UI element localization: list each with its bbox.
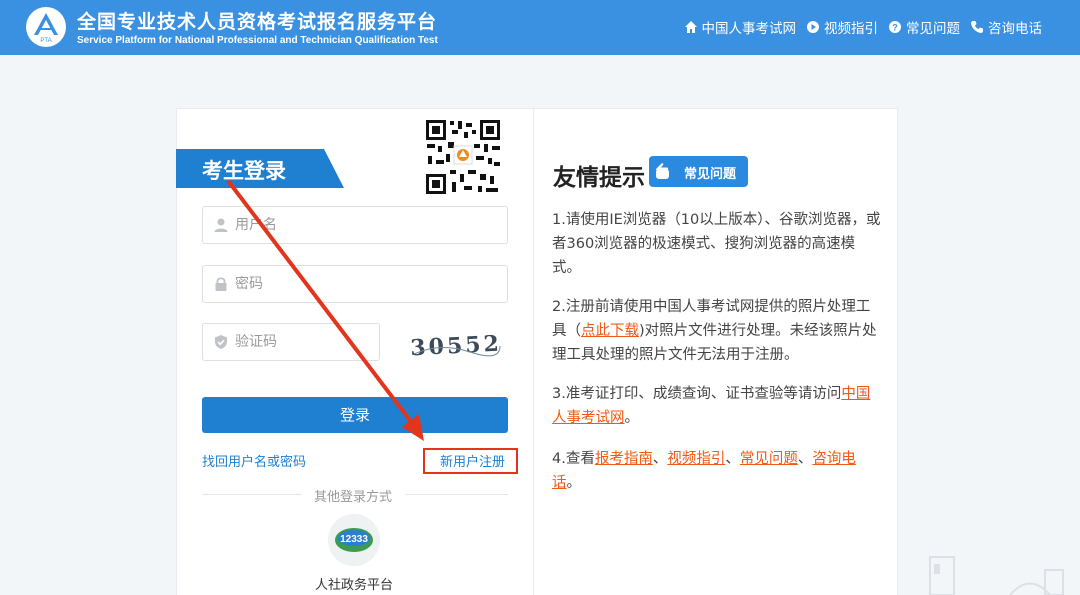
tip-text: 。 [566, 475, 582, 491]
username-field[interactable] [202, 206, 508, 244]
guide-link[interactable]: 报考指南 [595, 451, 653, 467]
other-methods-line-left [202, 494, 302, 495]
tip-photo-tool: 2.注册前请使用中国人事考试网提供的照片处理工具（点此下载)对照片文件进行处理。… [552, 295, 882, 367]
background-building-decoration [929, 556, 1064, 595]
play-icon [807, 21, 819, 33]
tip-separator: 、 [797, 451, 813, 467]
panel-divider [533, 108, 534, 595]
rsz-platform-label: 人社政务平台 [315, 578, 394, 593]
svg-text:PTA: PTA [40, 38, 51, 44]
faq-link[interactable]: 常见问题 [740, 451, 798, 467]
pointing-hand-icon [656, 163, 669, 179]
nav-cpta[interactable]: 中国人事考试网 [684, 17, 797, 37]
svg-text:?: ? [892, 23, 898, 33]
video-guide-link[interactable]: 视频指引 [667, 451, 725, 467]
password-field[interactable] [202, 265, 508, 303]
nav-label: 中国人事考试网 [701, 21, 797, 37]
tip-browser: 1.请使用IE浏览器（10以上版本）、谷歌浏览器，或者360浏览器的极速模式、搜… [552, 212, 881, 276]
download-tool-link[interactable]: 点此下载 [581, 323, 639, 339]
captcha-input[interactable] [235, 334, 376, 350]
tip-separator: 、 [725, 451, 740, 467]
faq-badge-button[interactable]: 常见问题 [649, 156, 748, 187]
svg-text:12333: 12333 [340, 534, 368, 545]
nav-faq[interactable]: ? 常见问题 [888, 17, 960, 37]
tip-text: 3.准考证打印、成绩查询、证书查验等请访问 [552, 386, 842, 402]
question-icon: ? [889, 21, 901, 33]
user-icon [214, 218, 228, 232]
rsz-platform-icon[interactable]: 12333 [328, 514, 380, 566]
shield-check-icon [215, 335, 227, 349]
password-input[interactable] [235, 276, 479, 292]
qr-code [424, 118, 502, 196]
nav-label: 常见问题 [906, 21, 960, 37]
other-login-methods-label: 其他登录方式 [314, 490, 393, 505]
site-title: 全国专业技术人员资格考试报名服务平台 [77, 11, 438, 33]
login-tab: 考生登录 [176, 149, 344, 188]
top-header: PTA 全国专业技术人员资格考试报名服务平台 Service Platform … [0, 0, 1080, 55]
nav-phone[interactable]: 咨询电话 [970, 17, 1042, 37]
login-button[interactable]: 登录 [202, 397, 508, 433]
nav-label: 视频指引 [824, 21, 878, 37]
forgot-credentials-link[interactable]: 找回用户名或密码 [202, 451, 306, 470]
tip-guides: 4.查看报考指南、视频指引、常见问题、咨询电话。 [552, 447, 882, 495]
login-tab-title: 考生登录 [202, 159, 286, 183]
other-methods-line-right [406, 494, 508, 495]
register-highlight-box [423, 448, 518, 474]
username-input[interactable] [235, 217, 479, 233]
nav-label: 咨询电话 [988, 21, 1042, 37]
home-icon [684, 21, 697, 33]
svg-text:30552: 30552 [410, 331, 502, 362]
lock-icon [215, 277, 227, 291]
captcha-field[interactable] [202, 323, 380, 361]
tip-admission: 3.准考证打印、成绩查询、证书查验等请访问中国人事考试网。 [552, 382, 882, 430]
top-nav: 中国人事考试网 视频指引 ? 常见问题 咨询电话 [684, 17, 1042, 37]
captcha-image[interactable]: 30552 [410, 324, 502, 364]
tip-text: 。 [624, 410, 640, 426]
tip-text: 4.查看 [552, 451, 595, 467]
nav-video-guide[interactable]: 视频指引 [806, 17, 878, 37]
phone-icon [971, 21, 983, 33]
site-subtitle: Service Platform for National Profession… [77, 35, 438, 46]
pta-logo: PTA [26, 7, 66, 47]
tip-separator: 、 [652, 451, 668, 467]
tips-title: 友情提示 [553, 165, 645, 191]
faq-badge-label: 常见问题 [684, 167, 737, 182]
